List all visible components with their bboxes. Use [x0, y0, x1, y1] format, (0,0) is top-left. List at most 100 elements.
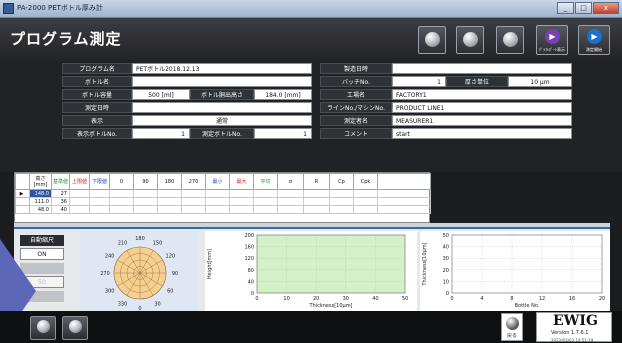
measure-date-field	[132, 102, 312, 113]
table-cell[interactable]: 111.0	[29, 197, 52, 206]
table-row[interactable]: 111.0 36	[15, 197, 431, 206]
toolbar-button-3[interactable]	[496, 26, 524, 54]
table-cell[interactable]	[253, 189, 278, 198]
table-cell[interactable]	[353, 205, 378, 214]
table-cell[interactable]	[253, 205, 278, 214]
table-cell[interactable]	[133, 189, 158, 198]
table-cell[interactable]	[277, 189, 304, 198]
table-cell[interactable]	[329, 189, 354, 198]
batch-no-field[interactable]: 1	[392, 76, 446, 87]
table-cell[interactable]	[353, 197, 378, 206]
table-cell[interactable]	[133, 197, 158, 206]
table-cell[interactable]	[329, 205, 354, 214]
toolbar-button-1[interactable]	[418, 26, 446, 54]
footer-bar	[0, 311, 622, 343]
x-tick-label: 0	[255, 296, 258, 302]
maximize-button[interactable]: □	[575, 2, 592, 14]
table-cell[interactable]	[69, 197, 90, 206]
table-cell[interactable]	[157, 205, 182, 214]
table-row[interactable]: ▶ 148.0 27	[15, 189, 431, 198]
x-tick-label: 16	[569, 296, 575, 302]
comment-field[interactable]: start	[392, 128, 572, 139]
polar-angle-label: 270	[100, 271, 110, 277]
program-name-field[interactable]: PETボトル2018.12.13	[132, 63, 312, 74]
table-cell[interactable]	[69, 189, 90, 198]
comment-label: コメント	[320, 128, 392, 139]
line-no-field[interactable]: PRODUCT LINE1	[392, 102, 572, 113]
measurement-table: 高さ [mm] 基準値 上限値 下限値 0 90 180 270 最小 最大 平均 σ R Cp Cpk ▶…	[15, 173, 431, 214]
table-cell[interactable]	[109, 197, 134, 206]
table-row[interactable]: 48.0 40	[15, 205, 431, 214]
y-tick-label: 50	[443, 233, 449, 239]
footer-button-2[interactable]	[62, 316, 88, 340]
display-mode-field[interactable]: 通常	[132, 115, 312, 126]
minimize-button[interactable]: _	[557, 2, 574, 14]
table-cell[interactable]	[181, 189, 206, 198]
manufacture-date-field[interactable]	[392, 63, 572, 74]
table-cell[interactable]: 48.0	[29, 205, 52, 214]
table-cell[interactable]	[353, 189, 378, 198]
bottle-height-field[interactable]: 184.0 [mm]	[254, 89, 312, 100]
bottle-capacity-field[interactable]: 500 [ml]	[132, 89, 190, 100]
graph-report-button[interactable]: ▶ ｸﾞﾗﾌﾚﾎﾟｰﾄ表示	[536, 25, 568, 55]
polar-angle-label: 60	[167, 289, 173, 295]
start-measure-button[interactable]: ▶ 測定開始	[578, 25, 610, 55]
bottle-capacity-label: ボトル容量	[62, 89, 132, 100]
table-cell[interactable]	[303, 205, 330, 214]
footer-button-1[interactable]	[30, 316, 56, 340]
toolbar-button-2[interactable]	[456, 26, 484, 54]
table-cell[interactable]: 40	[51, 205, 70, 214]
table-cell[interactable]: 36	[51, 197, 70, 206]
table-cell[interactable]	[303, 197, 330, 206]
table-cell[interactable]	[277, 197, 304, 206]
table-cell[interactable]	[109, 205, 134, 214]
table-cell[interactable]	[157, 197, 182, 206]
y-tick-label: 40	[443, 245, 449, 251]
thickness-unit-field[interactable]: 10 μm	[508, 76, 572, 87]
display-bottle-no-field[interactable]: 1	[132, 128, 190, 139]
table-cell[interactable]	[205, 197, 230, 206]
close-button[interactable]: x	[593, 2, 619, 14]
window-title: PA-2000 PETボトル厚み計	[17, 4, 103, 12]
version-text: Version 1.7.6.1	[551, 330, 589, 336]
program-name-label: プログラム名	[62, 63, 132, 74]
table-cell[interactable]	[303, 189, 330, 198]
table-cell[interactable]	[181, 205, 206, 214]
factory-label: 工場名	[320, 89, 392, 100]
table-cell[interactable]	[377, 205, 431, 214]
table-cell[interactable]	[157, 189, 182, 198]
x-tick-label: 20	[599, 296, 605, 302]
table-cell[interactable]	[109, 189, 134, 198]
factory-field[interactable]: FACTORY1	[392, 89, 572, 100]
table-cell[interactable]	[229, 189, 254, 198]
row-marker	[15, 197, 30, 206]
table-cell[interactable]	[205, 189, 230, 198]
table-cell[interactable]: 148.0	[29, 189, 52, 198]
table-cell[interactable]	[89, 205, 110, 214]
measurer-field[interactable]: MEASURER1	[392, 115, 572, 126]
table-cell[interactable]	[377, 189, 431, 198]
table-cell[interactable]	[329, 197, 354, 206]
table-cell[interactable]	[229, 205, 254, 214]
y-tick-label: 160	[244, 245, 254, 251]
height-thickness-svg: 0 10 20 30 40 50 0 40 80 120 160 200 Thickness[10μm]…	[207, 233, 408, 309]
table-cell[interactable]	[253, 197, 278, 206]
table-cell[interactable]	[181, 197, 206, 206]
polar-angle-label: 150	[153, 241, 163, 247]
back-button[interactable]: 戻る	[501, 313, 523, 341]
table-cell[interactable]	[229, 197, 254, 206]
measure-bottle-no-field[interactable]: 1	[254, 128, 312, 139]
table-cell[interactable]	[89, 189, 110, 198]
batch-no-label: バッチNo.	[320, 76, 392, 87]
table-cell[interactable]	[205, 205, 230, 214]
bottle-name-field[interactable]	[132, 76, 312, 87]
measurer-label: 測定者名	[320, 115, 392, 126]
ball-icon	[425, 32, 440, 47]
table-cell[interactable]	[133, 205, 158, 214]
table-cell[interactable]	[377, 197, 431, 206]
table-cell[interactable]	[69, 205, 90, 214]
table-cell[interactable]	[277, 205, 304, 214]
table-cell[interactable]	[89, 197, 110, 206]
bottle-height-label: ボトル胴出高さ	[190, 89, 254, 100]
table-cell[interactable]: 27	[51, 189, 70, 198]
